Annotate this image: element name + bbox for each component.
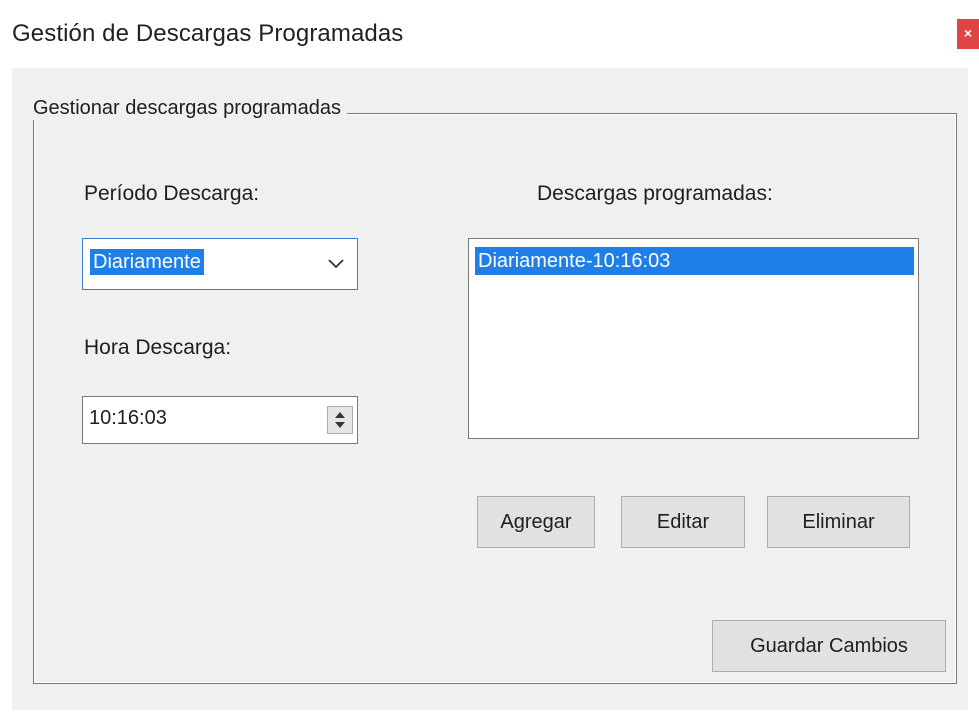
period-selected-value: Diariamente <box>90 249 204 275</box>
dialog-window: Gestión de Descargas Programadas × Gesti… <box>0 0 979 715</box>
edit-button[interactable]: Editar <box>621 496 745 548</box>
scheduled-listbox[interactable]: Diariamente-10:16:03 <box>468 238 919 439</box>
spinner-arrows-icon[interactable] <box>327 406 353 434</box>
close-button[interactable]: × <box>957 19 979 49</box>
chevron-down-icon[interactable] <box>325 252 347 274</box>
delete-button[interactable]: Eliminar <box>767 496 910 548</box>
groupbox-label: Gestionar descargas programadas <box>30 97 347 120</box>
spin-down-icon[interactable] <box>335 422 345 428</box>
spin-up-icon[interactable] <box>335 412 345 418</box>
window-title: Gestión de Descargas Programadas <box>12 20 404 47</box>
list-item[interactable]: Diariamente-10:16:03 <box>475 247 914 275</box>
save-changes-button[interactable]: Guardar Cambios <box>712 620 946 672</box>
scheduled-label: Descargas programadas: <box>537 182 773 205</box>
period-label: Período Descarga: <box>84 182 260 205</box>
time-spinner[interactable]: 10:16:03 <box>82 396 358 444</box>
time-label: Hora Descarga: <box>84 336 232 359</box>
time-value[interactable]: 10:16:03 <box>89 407 167 430</box>
add-button[interactable]: Agregar <box>477 496 595 548</box>
period-dropdown[interactable]: Diariamente <box>82 238 358 290</box>
close-icon: × <box>963 25 973 41</box>
